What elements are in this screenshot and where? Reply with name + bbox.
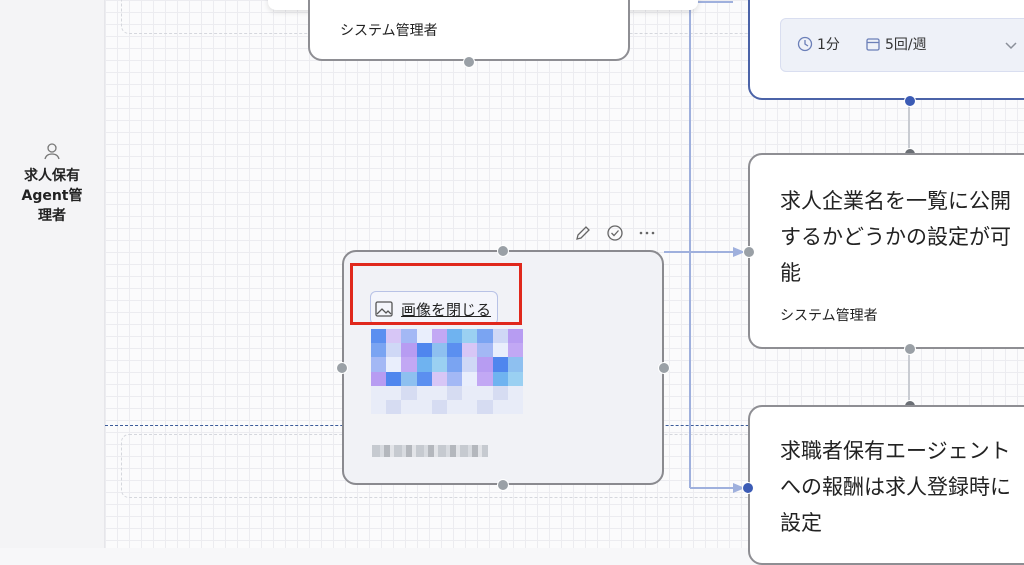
- flow-card-middle-right[interactable]: 求人企業名を一覧に公開するかどうかの設定が可能 システム管理者: [748, 153, 1024, 349]
- image-pixel: [477, 385, 493, 400]
- image-pixel: [477, 357, 493, 372]
- image-pixel: [462, 399, 478, 414]
- connector-handle[interactable]: [742, 482, 754, 494]
- calendar-icon: [866, 38, 880, 51]
- image-pixel: [446, 329, 463, 344]
- image-pixel: [477, 329, 493, 344]
- image-pixel: [386, 399, 402, 414]
- connector-handle[interactable]: [658, 362, 670, 374]
- image-pixel: [371, 357, 387, 372]
- image-pixel: [507, 385, 523, 400]
- image-pixel: [477, 371, 493, 386]
- image-pixel: [507, 343, 523, 358]
- image-pixel: [401, 371, 417, 386]
- connector-handle[interactable]: [497, 479, 509, 491]
- image-pixel: [386, 357, 402, 372]
- image-pixel: [416, 371, 432, 386]
- image-pixel: [371, 385, 387, 400]
- flow-card-top-left[interactable]: システム管理者: [308, 0, 630, 61]
- connector-handle[interactable]: [336, 362, 348, 374]
- annotation-highlight: [350, 263, 522, 325]
- image-pixel: [462, 329, 478, 344]
- image-pixel: [492, 385, 508, 400]
- image-pixel: [401, 343, 417, 358]
- image-pixel: [477, 343, 493, 358]
- edit-icon[interactable]: [574, 224, 592, 242]
- image-pixel: [416, 399, 432, 414]
- card-title: 求人企業名を一覧に公開するかどうかの設定が可能: [780, 189, 1011, 285]
- image-pixel: [416, 385, 432, 400]
- image-pixel: [431, 357, 447, 372]
- card-role: システム管理者: [780, 308, 878, 324]
- image-pixel: [431, 371, 447, 386]
- image-pixel: [462, 343, 478, 358]
- attached-image-preview[interactable]: [371, 329, 523, 414]
- image-pixel: [386, 385, 402, 400]
- image-pixel: [492, 399, 508, 414]
- image-pixel: [446, 399, 463, 414]
- image-pixel: [371, 343, 387, 358]
- image-pixel: [401, 329, 417, 344]
- flow-card-bottom-right[interactable]: 求職者保有エージェントへの報酬は求人登録時に設定: [748, 405, 1024, 565]
- image-pixel: [462, 357, 478, 372]
- image-pixel: [431, 329, 447, 344]
- image-pixel: [507, 371, 523, 386]
- image-pixel: [507, 357, 523, 372]
- connector-handle[interactable]: [904, 343, 916, 355]
- image-pixel: [401, 357, 417, 372]
- image-pixel: [477, 399, 493, 414]
- card-toolbar: [574, 224, 656, 242]
- image-pixel: [492, 357, 508, 372]
- image-pixel: [462, 385, 478, 400]
- image-pixel: [401, 385, 417, 400]
- task-meta: 1分 5回/週: [780, 18, 1024, 72]
- image-pixel: [401, 399, 417, 414]
- image-pixel: [416, 357, 432, 372]
- image-pixel: [431, 399, 447, 414]
- image-pixel: [492, 329, 508, 344]
- chevron-down-icon[interactable]: [1003, 37, 1019, 53]
- image-pixel: [371, 329, 387, 344]
- check-icon[interactable]: [606, 224, 624, 242]
- image-pixel: [371, 399, 387, 414]
- connector-handle[interactable]: [743, 246, 755, 258]
- connector-handle[interactable]: [904, 95, 916, 107]
- image-pixel: [492, 343, 508, 358]
- image-pixel: [416, 329, 432, 344]
- image-pixel: [446, 371, 463, 386]
- image-pixel: [416, 343, 432, 358]
- image-pixel: [371, 371, 387, 386]
- image-pixel: [386, 329, 402, 344]
- image-pixel: [492, 371, 508, 386]
- blurred-caption: [372, 445, 488, 457]
- image-pixel: [446, 357, 463, 372]
- duration-value: 1分: [817, 37, 840, 53]
- clock-icon: [797, 36, 813, 52]
- image-pixel: [431, 385, 447, 400]
- connector-handle[interactable]: [463, 56, 475, 68]
- image-pixel: [446, 385, 463, 400]
- image-pixel: [446, 343, 463, 358]
- image-pixel: [431, 343, 447, 358]
- image-pixel: [462, 371, 478, 386]
- more-icon[interactable]: [638, 224, 656, 242]
- connector-handle[interactable]: [497, 245, 509, 257]
- frequency-value: 5回/週: [885, 37, 927, 53]
- card-title: 求職者保有エージェントへの報酬は求人登録時に設定: [780, 439, 1011, 535]
- image-pixel: [386, 371, 402, 386]
- card-role: システム管理者: [340, 23, 438, 39]
- image-pixel: [507, 399, 523, 414]
- image-pixel: [386, 343, 402, 358]
- image-pixel: [507, 329, 523, 344]
